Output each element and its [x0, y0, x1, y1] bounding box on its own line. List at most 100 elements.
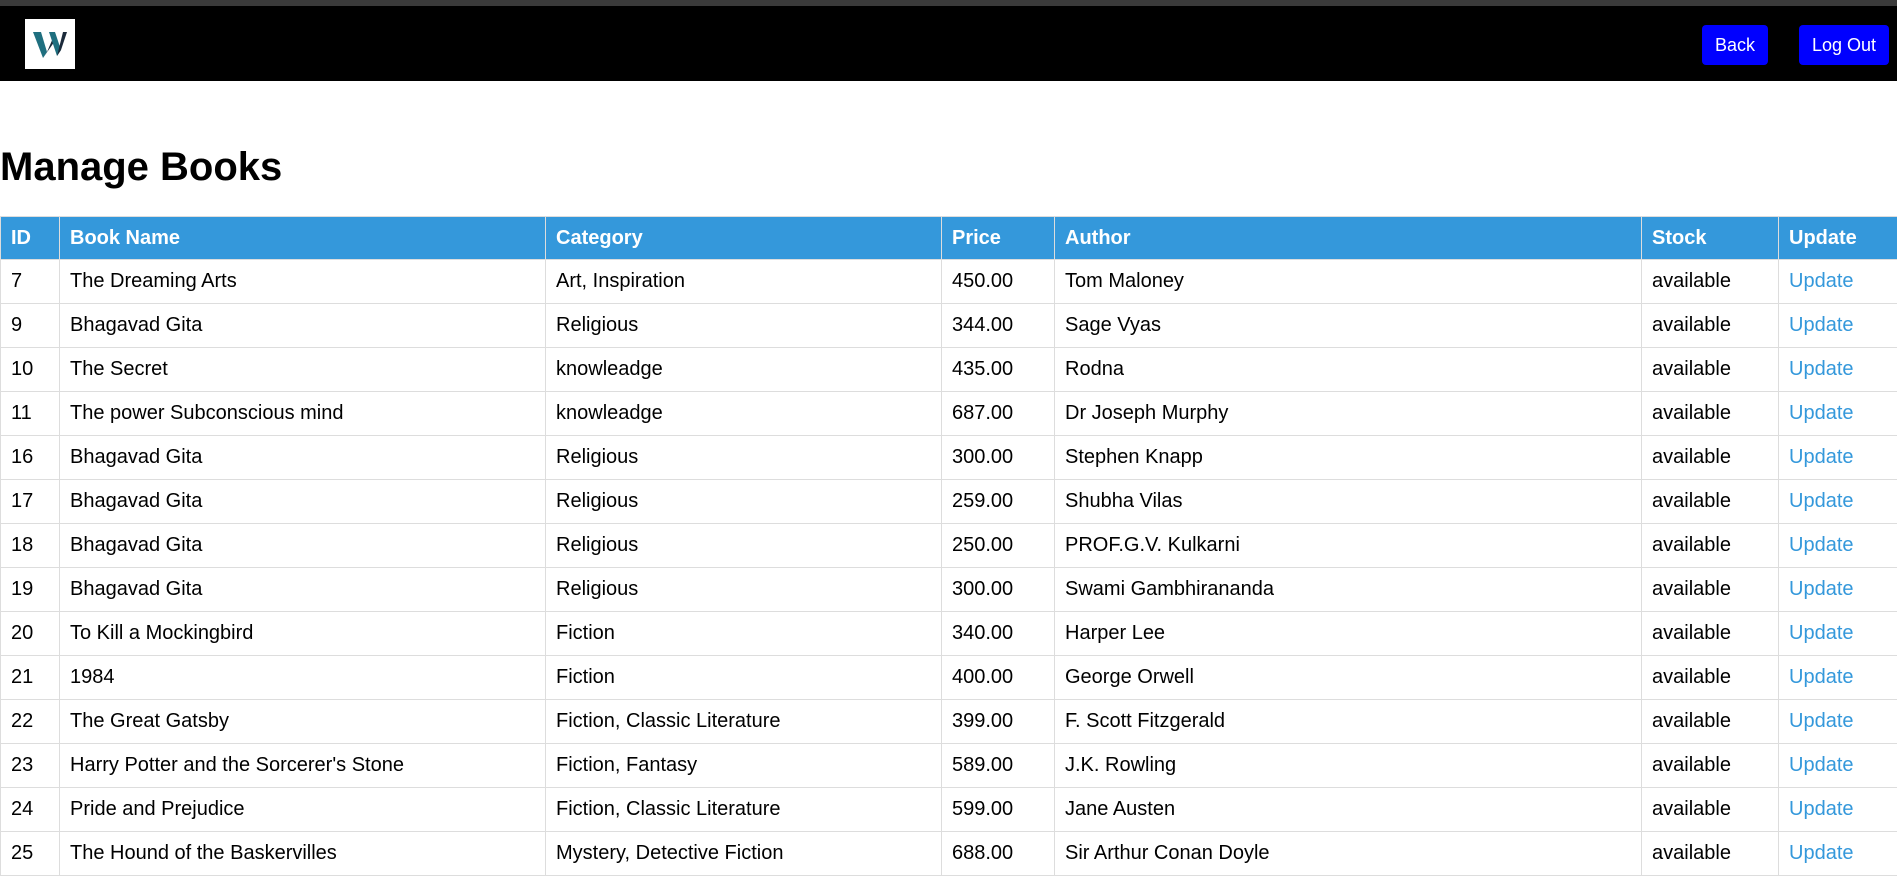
cell-id: 7	[1, 260, 60, 304]
table-row: 19Bhagavad GitaReligious300.00Swami Gamb…	[1, 568, 1897, 612]
cell-author: Dr Joseph Murphy	[1055, 392, 1642, 436]
table-row: 11The power Subconscious mindknowleadge6…	[1, 392, 1897, 436]
cell-stock: available	[1642, 832, 1779, 876]
cell-update: Update	[1779, 656, 1897, 700]
table-row: 10The Secretknowleadge435.00Rodnaavailab…	[1, 348, 1897, 392]
update-link[interactable]: Update	[1789, 842, 1854, 864]
update-link[interactable]: Update	[1789, 270, 1854, 292]
update-link[interactable]: Update	[1789, 578, 1854, 600]
update-link[interactable]: Update	[1789, 710, 1854, 732]
books-table-container: IDBook NameCategoryPriceAuthorStockUpdat…	[0, 216, 1897, 876]
cell-stock: available	[1642, 480, 1779, 524]
cell-name: Bhagavad Gita	[60, 568, 546, 612]
cell-author: F. Scott Fitzgerald	[1055, 700, 1642, 744]
cell-category: Mystery, Detective Fiction	[546, 832, 942, 876]
cell-name: Bhagavad Gita	[60, 524, 546, 568]
cell-price: 599.00	[942, 788, 1055, 832]
cell-stock: available	[1642, 788, 1779, 832]
cell-price: 399.00	[942, 700, 1055, 744]
update-link[interactable]: Update	[1789, 754, 1854, 776]
cell-update: Update	[1779, 744, 1897, 788]
column-header-id: ID	[1, 217, 60, 260]
table-row: 17Bhagavad GitaReligious259.00Shubha Vil…	[1, 480, 1897, 524]
cell-name: The Hound of the Baskervilles	[60, 832, 546, 876]
cell-update: Update	[1779, 832, 1897, 876]
cell-price: 400.00	[942, 656, 1055, 700]
cell-name: The Great Gatsby	[60, 700, 546, 744]
update-link[interactable]: Update	[1789, 534, 1854, 556]
cell-author: Sir Arthur Conan Doyle	[1055, 832, 1642, 876]
cell-price: 435.00	[942, 348, 1055, 392]
table-row: 25The Hound of the BaskervillesMystery, …	[1, 832, 1897, 876]
cell-category: Fiction	[546, 612, 942, 656]
cell-update: Update	[1779, 260, 1897, 304]
cell-id: 11	[1, 392, 60, 436]
cell-price: 450.00	[942, 260, 1055, 304]
cell-category: Religious	[546, 304, 942, 348]
cell-update: Update	[1779, 436, 1897, 480]
cell-name: The power Subconscious mind	[60, 392, 546, 436]
update-link[interactable]: Update	[1789, 446, 1854, 468]
table-row: 20To Kill a MockingbirdFiction340.00Harp…	[1, 612, 1897, 656]
table-row: 18Bhagavad GitaReligious250.00PROF.G.V. …	[1, 524, 1897, 568]
column-header-category: Category	[546, 217, 942, 260]
books-table: IDBook NameCategoryPriceAuthorStockUpdat…	[0, 216, 1897, 876]
cell-stock: available	[1642, 304, 1779, 348]
cell-category: Religious	[546, 524, 942, 568]
update-link[interactable]: Update	[1789, 622, 1854, 644]
cell-price: 589.00	[942, 744, 1055, 788]
update-link[interactable]: Update	[1789, 358, 1854, 380]
column-header-stock: Stock	[1642, 217, 1779, 260]
back-button[interactable]: Back	[1702, 25, 1768, 65]
update-link[interactable]: Update	[1789, 314, 1854, 336]
update-link[interactable]: Update	[1789, 798, 1854, 820]
cell-id: 24	[1, 788, 60, 832]
cell-stock: available	[1642, 392, 1779, 436]
cell-name: Bhagavad Gita	[60, 436, 546, 480]
cell-price: 344.00	[942, 304, 1055, 348]
cell-category: Fiction, Fantasy	[546, 744, 942, 788]
update-link[interactable]: Update	[1789, 490, 1854, 512]
cell-author: Sage Vyas	[1055, 304, 1642, 348]
cell-category: knowleadge	[546, 392, 942, 436]
cell-update: Update	[1779, 480, 1897, 524]
cell-name: Bhagavad Gita	[60, 304, 546, 348]
cell-update: Update	[1779, 392, 1897, 436]
cell-price: 259.00	[942, 480, 1055, 524]
cell-id: 19	[1, 568, 60, 612]
cell-update: Update	[1779, 700, 1897, 744]
cell-stock: available	[1642, 700, 1779, 744]
cell-category: Religious	[546, 568, 942, 612]
cell-stock: available	[1642, 436, 1779, 480]
cell-author: J.K. Rowling	[1055, 744, 1642, 788]
cell-id: 10	[1, 348, 60, 392]
logo-icon	[31, 28, 69, 60]
cell-stock: available	[1642, 524, 1779, 568]
cell-price: 340.00	[942, 612, 1055, 656]
cell-id: 17	[1, 480, 60, 524]
table-row: 24Pride and PrejudiceFiction, Classic Li…	[1, 788, 1897, 832]
cell-name: To Kill a Mockingbird	[60, 612, 546, 656]
cell-stock: available	[1642, 348, 1779, 392]
column-header-author: Author	[1055, 217, 1642, 260]
column-header-update: Update	[1779, 217, 1897, 260]
table-row: 22The Great GatsbyFiction, Classic Liter…	[1, 700, 1897, 744]
cell-update: Update	[1779, 788, 1897, 832]
cell-category: Art, Inspiration	[546, 260, 942, 304]
cell-stock: available	[1642, 612, 1779, 656]
update-link[interactable]: Update	[1789, 666, 1854, 688]
cell-category: Fiction	[546, 656, 942, 700]
cell-author: Harper Lee	[1055, 612, 1642, 656]
cell-author: Stephen Knapp	[1055, 436, 1642, 480]
cell-stock: available	[1642, 744, 1779, 788]
table-row: 7The Dreaming ArtsArt, Inspiration450.00…	[1, 260, 1897, 304]
cell-price: 687.00	[942, 392, 1055, 436]
cell-price: 300.00	[942, 436, 1055, 480]
logout-button[interactable]: Log Out	[1799, 25, 1889, 65]
cell-name: 1984	[60, 656, 546, 700]
logo[interactable]	[25, 19, 75, 69]
cell-name: Harry Potter and the Sorcerer's Stone	[60, 744, 546, 788]
table-header-row: IDBook NameCategoryPriceAuthorStockUpdat…	[1, 217, 1897, 260]
table-body: 7The Dreaming ArtsArt, Inspiration450.00…	[1, 260, 1897, 876]
update-link[interactable]: Update	[1789, 402, 1854, 424]
